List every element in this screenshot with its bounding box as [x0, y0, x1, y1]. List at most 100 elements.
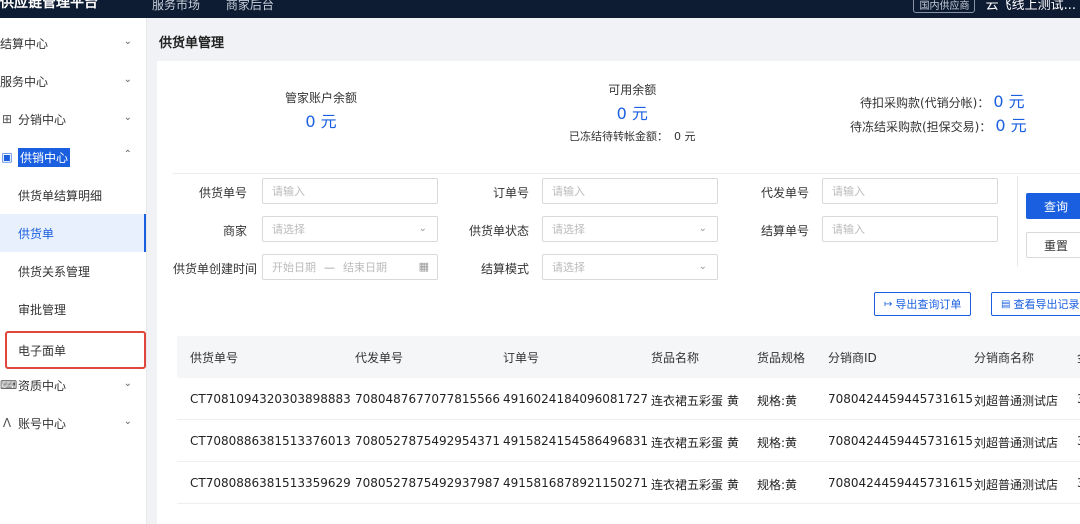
- cell-product-name: 连衣裙五彩蛋 黄: [651, 394, 739, 408]
- sidebar-item-settlement[interactable]: 结算中心 ⌄: [0, 24, 146, 62]
- store-name[interactable]: 云飞线上测试...: [986, 0, 1076, 13]
- pending-deduct-label: 待扣采购款(代销分帐)：: [860, 96, 990, 110]
- end-date-placeholder: 结束日期: [343, 261, 387, 274]
- cell-dropship-no: 7080487677077815566: [355, 392, 501, 406]
- frozen-amount-label: 已冻结待转帐金额：: [569, 130, 668, 143]
- col-distributor-name: 分销商名称: [974, 351, 1035, 365]
- status-label: 供货单状态: [468, 224, 529, 238]
- sidebar-item-e-waybill[interactable]: 电子面单: [5, 331, 146, 369]
- dropship-no-label: 代发单号: [760, 186, 809, 200]
- start-date-placeholder: 开始日期: [272, 261, 316, 274]
- square-icon: ▣: [1, 150, 13, 164]
- order-no-label: 订单号: [492, 186, 529, 200]
- sidebar-item-distribution[interactable]: ⊞ 分销中心 ⌄: [0, 100, 146, 138]
- table-header: 供货单号 代发单号 订单号 货品名称 货品规格 分销商ID 分销商名称 金: [177, 336, 1080, 378]
- cell-product-spec: 规格:黄: [757, 436, 798, 450]
- chevron-down-icon: ⌄: [698, 223, 707, 234]
- steward-balance: 管家账户余额 0 元: [285, 89, 357, 132]
- input-placeholder: 请输入: [832, 223, 865, 236]
- nav-merchant-backend[interactable]: 商家后台: [226, 0, 274, 12]
- created-time-label: 供货单创建时间: [173, 262, 258, 276]
- supply-no-label: 供货单号: [198, 186, 247, 200]
- sidebar: 结算中心 ⌄ 服务中心 ⌄ ⊞ 分销中心 ⌄ ▣ 供销中心 ⌃ 供货单结算明细 …: [0, 18, 147, 524]
- col-product-spec: 货品规格: [757, 351, 806, 365]
- sidebar-item-supply-relation[interactable]: 供货关系管理: [0, 252, 146, 290]
- sidebar-item-qualification[interactable]: ⌨ 资质中心 ⌄: [0, 366, 146, 404]
- col-dropship-no: 代发单号: [355, 351, 404, 365]
- pending-freeze-label: 待冻结采购款(担保交易)：: [850, 120, 992, 134]
- page-title: 供货单管理: [159, 36, 225, 51]
- steward-balance-label: 管家账户余额: [285, 91, 358, 105]
- pending-freeze-value: 0 元: [995, 116, 1027, 135]
- created-date-range[interactable]: 开始日期 — 结束日期 ▦: [262, 254, 438, 280]
- cell-distributor-id: 7080424459445731615: [828, 476, 974, 490]
- dropship-no-input[interactable]: 请输入: [822, 178, 998, 204]
- grid-icon: ⊞: [1, 112, 13, 126]
- query-button[interactable]: 查询: [1026, 193, 1080, 219]
- cell-supply-no: CT7080886381513359629: [190, 476, 351, 490]
- sidebar-item-service[interactable]: 服务中心 ⌄: [0, 62, 146, 100]
- sidebar-item-label: 供销中心: [18, 147, 71, 167]
- view-exports-button[interactable]: ▤ 查看导出记录: [991, 292, 1080, 316]
- sidebar-item-supply-settlement-detail[interactable]: 供货单结算明细: [0, 176, 146, 214]
- top-nav: 服务市场 商家后台: [152, 0, 296, 13]
- sidebar-item-supply-center[interactable]: ▣ 供销中心 ⌃: [0, 138, 146, 176]
- sidebar-item-label: 审批管理: [18, 302, 67, 317]
- cell-distributor-name: 刘超普通测试店: [974, 436, 1059, 450]
- sidebar-item-label: 账号中心: [18, 416, 67, 431]
- table-row[interactable]: CT7081094320303898883 708048767707781556…: [177, 378, 1080, 420]
- table-row[interactable]: CT7080886381513359629 708052787549293798…: [177, 462, 1080, 504]
- sidebar-item-label: 服务中心: [0, 74, 49, 89]
- cell-order-no: 4916024184096081727: [503, 392, 649, 406]
- sidebar-item-label: 供货单: [18, 226, 55, 241]
- cell-distributor-id: 7080424459445731615: [828, 434, 974, 448]
- select-placeholder: 请选择: [552, 223, 585, 236]
- chevron-down-icon: ⌄: [123, 378, 132, 389]
- settle-no-label: 结算单号: [760, 224, 809, 238]
- calendar-icon: ▦: [418, 260, 429, 273]
- select-placeholder: 请选择: [272, 223, 305, 236]
- sidebar-item-account[interactable]: Λ 账号中心 ⌄: [0, 404, 146, 442]
- sidebar-item-label: 结算中心: [0, 36, 49, 51]
- pending-deduct: 待扣采购款(代销分帐)： 0 元: [860, 88, 1025, 112]
- status-select[interactable]: 请选择 ⌄: [542, 216, 718, 242]
- account-area[interactable]: 国内供应商 云飞线上测试...: [913, 0, 1076, 13]
- sidebar-item-supply-order[interactable]: 供货单: [0, 214, 146, 252]
- main-content: 供货单管理 管家账户余额 0 元 可用余额 0 元 已冻结待转帐金额： 0 元 待…: [147, 18, 1080, 524]
- available-balance-value: 0 元: [616, 104, 648, 123]
- col-order-no: 订单号: [503, 351, 540, 365]
- date-separator: —: [324, 260, 335, 274]
- document-icon: ▤: [1001, 298, 1011, 310]
- brand-title: 供应链管理平台: [0, 0, 98, 11]
- settle-no-input[interactable]: 请输入: [822, 216, 998, 242]
- reset-button[interactable]: 重置: [1026, 232, 1080, 258]
- merchant-select[interactable]: 请选择 ⌄: [262, 216, 438, 242]
- settle-mode-select[interactable]: 请选择 ⌄: [542, 254, 718, 280]
- divider: [173, 173, 1080, 174]
- chevron-down-icon: ⌄: [123, 74, 132, 85]
- col-supply-no: 供货单号: [190, 351, 239, 365]
- frozen-amount: 已冻结待转帐金额： 0 元: [569, 128, 696, 144]
- cell-order-no: 4915816878921150271: [503, 476, 649, 490]
- cell-supply-no: CT7080886381513376013: [190, 434, 351, 448]
- cell-distributor-id: 7080424459445731615: [828, 392, 974, 406]
- sidebar-item-label: 资质中心: [18, 378, 67, 393]
- cell-dropship-no: 7080527875492954371: [355, 434, 501, 448]
- pending-deduct-value: 0 元: [993, 92, 1025, 111]
- table-row[interactable]: CT7080886381513376013 708052787549295437…: [177, 420, 1080, 462]
- order-no-input[interactable]: 请输入: [542, 178, 718, 204]
- id-card-icon: ⌨: [0, 378, 18, 392]
- sidebar-item-label: 电子面单: [18, 343, 67, 358]
- input-placeholder: 请输入: [552, 185, 585, 198]
- sidebar-item-label: 供货单结算明细: [18, 188, 103, 203]
- top-bar: 供应链管理平台 服务市场 商家后台 国内供应商 云飞线上测试...: [0, 0, 1080, 18]
- cell-product-name: 连衣裙五彩蛋 黄: [651, 478, 739, 492]
- input-placeholder: 请输入: [832, 185, 865, 198]
- sidebar-item-approval[interactable]: 审批管理: [0, 290, 146, 328]
- supply-no-input[interactable]: 请输入: [262, 178, 438, 204]
- export-icon: ↦: [884, 298, 893, 310]
- export-orders-button[interactable]: ↦ 导出查询订单: [874, 292, 972, 316]
- supplier-tag: 国内供应商: [913, 0, 976, 13]
- pending-freeze: 待冻结采购款(担保交易)： 0 元: [850, 112, 1027, 136]
- nav-service-market[interactable]: 服务市场: [152, 0, 200, 12]
